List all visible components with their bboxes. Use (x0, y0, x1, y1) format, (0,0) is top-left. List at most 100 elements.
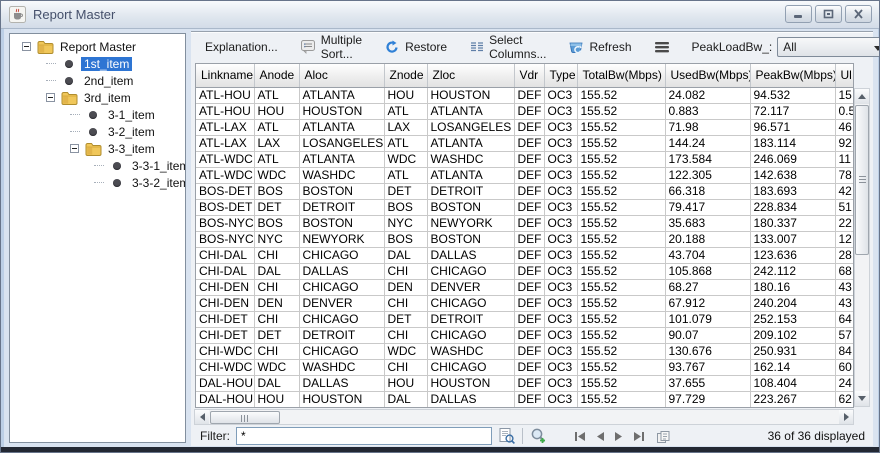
table-row[interactable]: CHI-DET DET DETROIT CHI CHICAGO DEF OC3 155.52 9… (196, 327, 853, 344)
table-cell: 155.52 (577, 231, 666, 248)
table-row[interactable]: ATL-HOU HOU HOUSTON ATL ATLANTA DEF OC3 155.52 0… (196, 103, 853, 120)
table-row[interactable]: ATL-WDC ATL ATLANTA WDC WASHDC DEF OC3 155.52 17… (196, 151, 853, 168)
table-row[interactable]: CHI-DEN DEN DENVER CHI CHICAGO DEF OC3 155.52 67… (196, 295, 853, 312)
multiple-sort-button[interactable]: Multiple Sort... (300, 33, 362, 61)
table-cell: 96.571 (750, 119, 836, 136)
tree-item-report-master[interactable]: Report Master (10, 38, 185, 55)
table-cell: CHI (384, 327, 428, 344)
title-bar[interactable]: Report Master (1, 1, 879, 29)
table-row[interactable]: CHI-WDC WDC WASHDC CHI CHICAGO DEF OC3 155.52 93… (196, 359, 853, 376)
horizontal-scrollbar-thumb[interactable] (210, 410, 280, 424)
table-row[interactable]: CHI-DET CHI CHICAGO DET DETROIT DEF OC3 155.52 1… (196, 311, 853, 328)
table-row[interactable]: CHI-DAL DAL DALLAS CHI CHICAGO DEF OC3 155.52 10… (196, 263, 853, 280)
folder-icon (60, 91, 78, 105)
table-row[interactable]: BOS-DET DET DETROIT BOS BOSTON DEF OC3 155.52 79… (196, 199, 853, 216)
table-row[interactable]: ATL-HOU ATL ATLANTA HOU HOUSTON DEF OC3 155.52 2… (196, 87, 853, 104)
table-cell: DEF (514, 359, 545, 376)
minimize-button[interactable] (785, 5, 812, 23)
table-row[interactable]: BOS-NYC BOS BOSTON NYC NEWYORK DEF OC3 155.52 35… (196, 215, 853, 232)
table-cell: DEF (514, 151, 545, 168)
advanced-search-icon[interactable] (529, 427, 548, 445)
tree-item-2nd-item[interactable]: 2nd_item (10, 72, 185, 89)
last-page-button[interactable] (633, 431, 645, 442)
tree-item-3-3-item[interactable]: 3-3_item (10, 140, 185, 157)
tree-expand-toggle[interactable] (22, 42, 31, 51)
next-page-button[interactable] (614, 431, 624, 442)
bullet-icon (60, 59, 78, 68)
close-button[interactable] (845, 5, 872, 23)
restore-button[interactable]: Restore (384, 39, 447, 55)
first-page-button[interactable] (574, 431, 586, 442)
table-cell: CHI-DET (196, 311, 255, 328)
maximize-button[interactable] (815, 5, 842, 23)
table-row[interactable]: BOS-NYC NYC NEWYORK BOS BOSTON DEF OC3 155.52 20… (196, 231, 853, 248)
filter-input[interactable] (236, 427, 492, 445)
table-row[interactable]: ATL-LAX LAX LOSANGELES ATL ATLANTA DEF OC3 155.… (196, 135, 853, 152)
column-header-zloc[interactable]: Zloc (427, 64, 515, 88)
app-icon (9, 6, 26, 23)
bullet-icon (84, 110, 102, 119)
tree-item-3-1-item[interactable]: 3-1_item (10, 106, 185, 123)
table-cell: 28 (835, 247, 853, 264)
table-row[interactable]: CHI-DEN CHI CHICAGO DEN DENVER DEF OC3 155.52 68… (196, 279, 853, 296)
previous-page-button[interactable] (595, 431, 605, 442)
table-cell: HOU (384, 87, 428, 104)
tree-item-1st-item[interactable]: 1st_item (10, 55, 185, 72)
hamburger-menu-icon[interactable] (654, 41, 670, 53)
column-header-type[interactable]: Type (544, 64, 578, 88)
tree-connector-line (94, 182, 104, 183)
explanation-button[interactable]: Explanation... (205, 40, 278, 54)
column-header-usedbw-mbps-[interactable]: UsedBw(Mbps) (665, 64, 751, 88)
table-row[interactable]: CHI-WDC CHI CHICAGO WDC WASHDC DEF OC3 155.52 13… (196, 343, 853, 360)
table-cell: WASHDC (427, 343, 515, 360)
tree-item-3-3-2-item[interactable]: 3-3-2_item (10, 174, 185, 191)
filter-preview-icon[interactable] (498, 427, 516, 445)
table-cell: DEF (514, 103, 545, 120)
tree-expand-toggle[interactable] (70, 144, 79, 153)
table-cell: DALLAS (299, 375, 385, 392)
table-cell: BOS (254, 183, 300, 200)
scroll-left-button[interactable] (195, 410, 209, 424)
tree-item-3rd-item[interactable]: 3rd_item (10, 89, 185, 106)
column-header-ul[interactable]: Ul (835, 64, 853, 88)
peakloadbw-dropdown[interactable]: All (777, 36, 879, 57)
scroll-right-button[interactable] (839, 410, 853, 424)
scroll-up-button[interactable] (855, 89, 869, 104)
table-row[interactable]: BOS-DET BOS BOSTON DET DETROIT DEF OC3 155.52 66… (196, 183, 853, 200)
column-header-anode[interactable]: Anode (254, 64, 300, 88)
table-cell: DEF (514, 279, 545, 296)
table-row[interactable]: ATL-WDC WDC WASHDC ATL ATLANTA DEF OC3 155.52 12… (196, 167, 853, 184)
vertical-scrollbar[interactable] (854, 88, 870, 407)
table-cell: 12 (835, 231, 853, 248)
table-cell: 22 (835, 215, 853, 232)
select-columns-button[interactable]: Select Columns... (469, 33, 546, 61)
tree-item-3-3-1-item[interactable]: 3-3-1_item (10, 157, 185, 174)
select-columns-button-label: Select Columns... (489, 32, 547, 61)
table-cell: BOS-NYC (196, 231, 255, 248)
column-header-aloc[interactable]: Aloc (299, 64, 385, 88)
table-cell: 62 (835, 391, 853, 407)
table-row[interactable]: CHI-DAL CHI CHICAGO DAL DALLAS DEF OC3 155.52 43… (196, 247, 853, 264)
column-header-peakbw-mbps-[interactable]: PeakBw(Mbps) (750, 64, 836, 88)
table-cell: DEF (514, 375, 545, 392)
column-header-vdr[interactable]: Vdr (514, 64, 545, 88)
pages-icon[interactable] (656, 429, 672, 444)
table-row[interactable]: ATL-LAX ATL ATLANTA LAX LOSANGELES DEF OC3 155.… (196, 119, 853, 136)
table-cell: 35.683 (665, 215, 751, 232)
column-header-znode[interactable]: Znode (384, 64, 428, 88)
horizontal-scrollbar[interactable] (194, 409, 854, 425)
table-row[interactable]: DAL-HOU HOU HOUSTON DAL DALLAS DEF OC3 155.52 97… (196, 391, 853, 407)
table-cell: OC3 (544, 295, 578, 312)
table-cell: LAX (384, 119, 428, 136)
tree-expand-toggle[interactable] (46, 93, 55, 102)
refresh-button[interactable]: Refresh (568, 39, 632, 55)
table-row[interactable]: DAL-HOU DAL DALLAS HOU HOUSTON DEF OC3 155.52 37… (196, 375, 853, 392)
table-cell: CHICAGO (299, 311, 385, 328)
scroll-down-button[interactable] (855, 391, 869, 406)
tree-item-3-2-item[interactable]: 3-2_item (10, 123, 185, 140)
vertical-scrollbar-thumb[interactable] (855, 105, 869, 255)
table-cell: 130.676 (665, 343, 751, 360)
column-header-totalbw-mbps-[interactable]: TotalBw(Mbps) (577, 64, 666, 88)
table-cell: 93.767 (665, 359, 751, 376)
column-header-linkname[interactable]: Linkname (196, 64, 255, 88)
